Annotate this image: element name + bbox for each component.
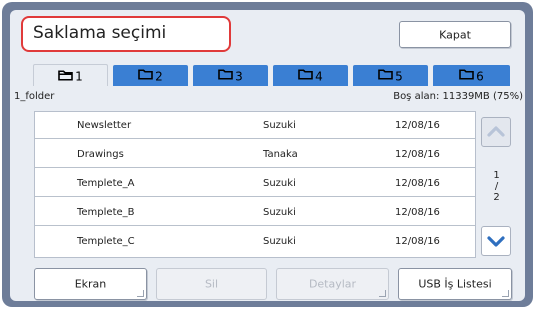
tab-label: 1 xyxy=(75,69,83,84)
details-button[interactable]: Detaylar xyxy=(276,268,389,300)
tab-folder-5[interactable]: 5 xyxy=(353,65,428,86)
tab-folder-4[interactable]: 4 xyxy=(273,65,348,86)
scroll-down-button[interactable] xyxy=(481,226,511,256)
tab-label: 2 xyxy=(155,68,163,83)
tab-label: 4 xyxy=(315,68,323,83)
free-space-label: Boş alan: 11339MB (75%) xyxy=(393,91,523,102)
file-owner: Suzuki xyxy=(263,236,296,247)
window-frame: Saklama seçimi Kapat 1 2 3 4 5 6 1_folde… xyxy=(2,2,533,307)
usb-job-list-button-label: USB İş Listesi xyxy=(418,277,492,291)
list-item[interactable]: Newsletter Suzuki 12/08/16 xyxy=(35,112,475,139)
folder-tabs: 1 2 3 4 5 6 xyxy=(33,64,510,87)
list-item[interactable]: Templete_A Suzuki 12/08/16 xyxy=(35,170,475,197)
folder-icon xyxy=(218,69,233,83)
file-name: Templete_B xyxy=(77,207,135,218)
file-owner: Suzuki xyxy=(263,120,296,131)
tab-folder-6[interactable]: 6 xyxy=(433,65,510,86)
close-button-label: Kapat xyxy=(439,28,471,41)
list-scroll-controls: 1 / 2 xyxy=(480,111,513,258)
chevron-down-icon xyxy=(487,236,505,247)
file-list: Newsletter Suzuki 12/08/16 Drawings Tana… xyxy=(34,111,476,258)
scroll-up-button[interactable] xyxy=(481,117,511,147)
file-name: Newsletter xyxy=(77,120,132,131)
file-owner: Tanaka xyxy=(263,149,298,160)
folder-icon xyxy=(298,69,313,83)
folder-name: 1_folder xyxy=(14,91,55,102)
tab-folder-2[interactable]: 2 xyxy=(113,65,188,86)
file-date: 12/08/16 xyxy=(395,178,440,189)
tab-label: 6 xyxy=(476,68,484,83)
chevron-up-icon xyxy=(487,126,505,137)
file-owner: Suzuki xyxy=(263,178,296,189)
folder-icon xyxy=(378,69,393,83)
details-button-label: Detaylar xyxy=(308,277,357,291)
page-indicator: 1 / 2 xyxy=(480,170,513,203)
screen-button[interactable]: Ekran xyxy=(34,268,147,300)
folder-info-bar: 1_folder Boş alan: 11339MB (75%) xyxy=(10,86,525,110)
delete-button-label: Sil xyxy=(204,277,219,291)
button-corner-mark xyxy=(379,290,386,297)
file-name: Templete_C xyxy=(77,236,135,247)
list-item[interactable]: Templete_B Suzuki 12/08/16 xyxy=(35,199,475,226)
close-button[interactable]: Kapat xyxy=(399,21,511,48)
file-date: 12/08/16 xyxy=(395,236,440,247)
file-owner: Suzuki xyxy=(263,207,296,218)
tab-folder-3[interactable]: 3 xyxy=(193,65,268,86)
folder-icon xyxy=(459,69,474,83)
list-item[interactable]: Templete_C Suzuki 12/08/16 xyxy=(35,228,475,255)
file-name: Templete_A xyxy=(77,178,135,189)
tab-label: 5 xyxy=(395,68,403,83)
tab-label: 3 xyxy=(235,68,243,83)
file-date: 12/08/16 xyxy=(395,207,440,218)
page-current: 1 xyxy=(493,170,500,181)
list-item[interactable]: Drawings Tanaka 12/08/16 xyxy=(35,141,475,168)
button-corner-mark xyxy=(137,290,144,297)
tab-folder-1[interactable]: 1 xyxy=(33,64,108,87)
button-corner-mark xyxy=(502,290,509,297)
screen-button-label: Ekran xyxy=(74,277,107,291)
page-total: 2 xyxy=(493,192,500,203)
file-date: 12/08/16 xyxy=(395,120,440,131)
file-date: 12/08/16 xyxy=(395,149,440,160)
storage-selection-panel: Saklama seçimi Kapat 1 2 3 4 5 6 1_folde… xyxy=(10,10,525,301)
folder-icon xyxy=(58,69,73,83)
page-separator: / xyxy=(494,181,499,192)
file-name: Drawings xyxy=(77,149,124,160)
delete-button[interactable]: Sil xyxy=(156,268,267,300)
usb-job-list-button[interactable]: USB İş Listesi xyxy=(398,268,512,300)
title-box: Saklama seçimi xyxy=(21,16,231,52)
folder-icon xyxy=(138,69,153,83)
page-title: Saklama seçimi xyxy=(33,23,167,43)
